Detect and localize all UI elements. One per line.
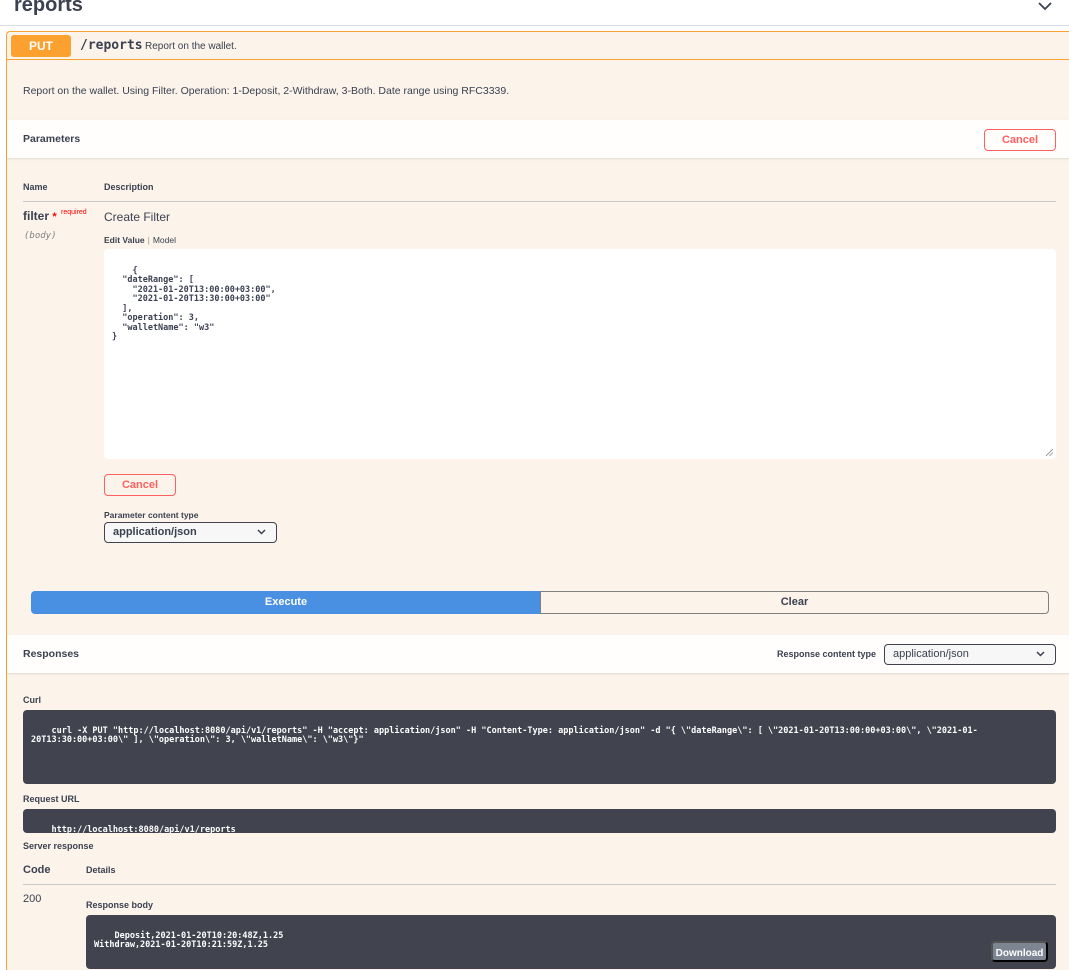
download-button[interactable]: Download <box>991 941 1048 962</box>
server-response-label: Server response <box>23 841 94 851</box>
execute-wrapper: Execute Clear <box>31 591 1049 614</box>
operation-block: PUT /reports Report on the wallet. Repor… <box>6 31 1069 970</box>
parameter-content-type-select[interactable]: application/json <box>104 522 277 543</box>
execute-button[interactable]: Execute <box>31 591 541 614</box>
body-param-textarea[interactable]: { "dateRange": [ "2021-01-20T13:00:00+03… <box>104 249 1056 459</box>
description-column-header: Description <box>104 182 154 192</box>
tab-model[interactable]: Model <box>153 235 176 245</box>
request-url: http://localhost:8080/api/v1/reports <box>51 824 236 835</box>
parameter-content-type-value: application/json <box>113 526 197 538</box>
parameter-content-type-label: Parameter content type <box>104 510 199 520</box>
tab-edit-value[interactable]: Edit Value <box>104 235 145 245</box>
responses-header: Responses Response content type applicat… <box>7 635 1069 673</box>
name-column-header: Name <box>23 182 48 192</box>
response-body: Deposit,2021-01-20T10:20:48Z,1.25 Withdr… <box>94 930 284 950</box>
response-content-type-label: Response content type <box>777 649 877 659</box>
param-location: (body) <box>24 231 57 241</box>
clear-button[interactable]: Clear <box>540 591 1049 614</box>
param-cancel-button[interactable]: Cancel <box>104 474 176 496</box>
tab-separator: | <box>147 235 150 245</box>
param-name-text: filter <box>23 209 50 223</box>
parameters-header: Parameters Cancel <box>7 120 1069 158</box>
required-star: * <box>52 211 57 223</box>
body-param-value: { "dateRange": [ "2021-01-20T13:00:00+03… <box>112 265 276 342</box>
chevron-down-icon <box>257 529 266 535</box>
resize-grip-icon[interactable] <box>1046 449 1053 456</box>
tag-header[interactable]: reports <box>0 0 1069 26</box>
required-label: required <box>61 209 87 216</box>
chevron-down-icon[interactable] <box>1037 0 1053 12</box>
curl-block[interactable]: curl -X PUT "http://localhost:8080/api/v… <box>23 710 1056 784</box>
response-body-label: Response body <box>86 900 154 910</box>
curl-label: Curl <box>23 695 41 705</box>
operation-summary-text: Report on the wallet. <box>145 41 237 52</box>
curl-command: curl -X PUT "http://localhost:8080/api/v… <box>31 725 978 745</box>
operation-summary[interactable]: PUT /reports Report on the wallet. <box>7 32 1069 60</box>
operation-path: /reports <box>80 38 143 53</box>
param-description: Create Filter <box>104 210 171 224</box>
parameters-divider <box>23 201 1056 202</box>
method-badge: PUT <box>11 35 71 57</box>
param-name: filter * <box>23 209 57 223</box>
responses-title: Responses <box>23 648 80 660</box>
code-column-header: Code <box>23 864 51 876</box>
request-url-block[interactable]: http://localhost:8080/api/v1/reports <box>23 809 1056 835</box>
response-content-type-select[interactable]: application/json <box>884 644 1056 665</box>
response-divider <box>23 884 1056 885</box>
tag-title: reports <box>14 0 83 16</box>
value-tabs: Edit Value | Model <box>104 235 176 245</box>
response-code: 200 <box>23 893 42 905</box>
response-content-type-value: application/json <box>893 648 969 660</box>
try-out-cancel-button[interactable]: Cancel <box>984 129 1056 151</box>
request-url-label: Request URL <box>23 794 80 804</box>
response-body-block[interactable]: Deposit,2021-01-20T10:20:48Z,1.25 Withdr… <box>86 915 1056 969</box>
chevron-down-icon <box>1036 651 1045 657</box>
details-column-header: Details <box>86 865 116 875</box>
operation-description: Report on the wallet. Using Filter. Oper… <box>23 85 510 97</box>
parameters-title: Parameters <box>23 133 81 145</box>
